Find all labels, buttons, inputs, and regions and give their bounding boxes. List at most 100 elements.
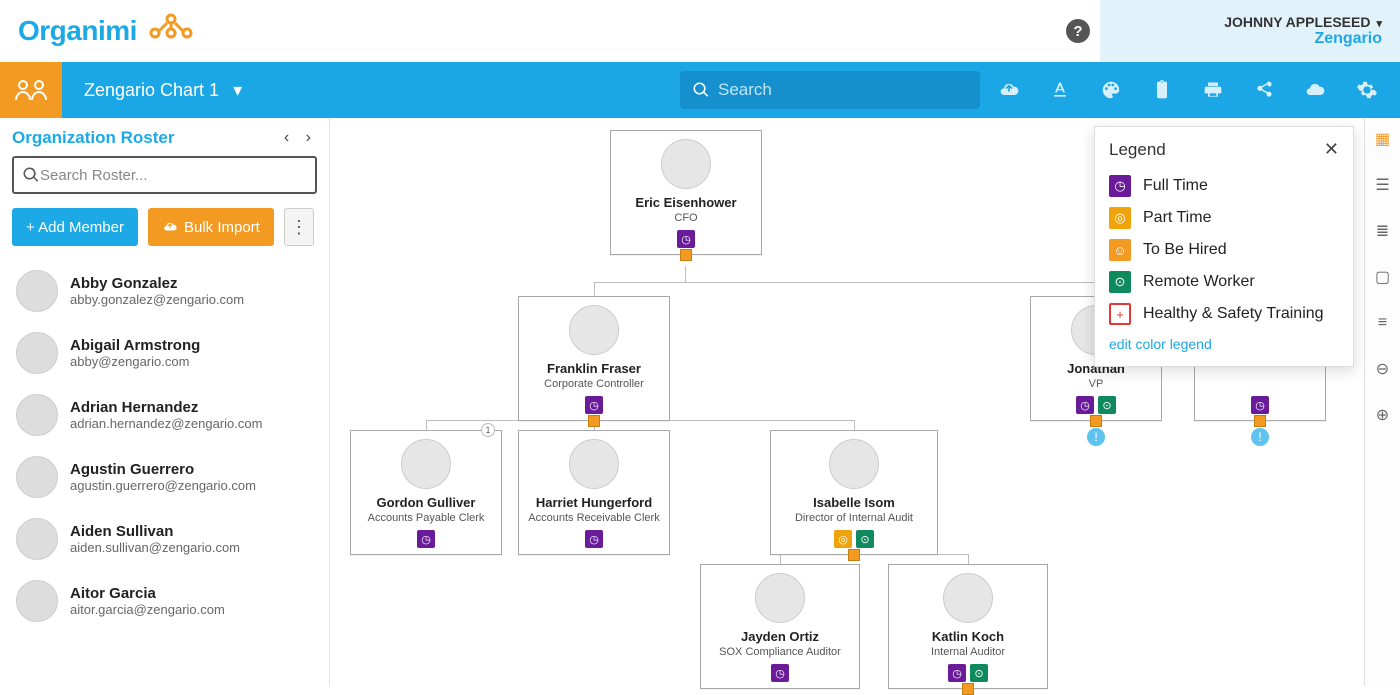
cloud-upload-icon[interactable] xyxy=(998,80,1020,100)
full-time-badge-icon: ◷ xyxy=(417,530,435,548)
add-member-button[interactable]: + Add Member xyxy=(12,208,138,246)
node-role: SOX Compliance Auditor xyxy=(707,646,853,658)
roster-item[interactable]: Aiden Sullivanaiden.sullivan@zengario.co… xyxy=(12,508,317,570)
zoom-out-icon[interactable]: ⊖ xyxy=(1372,358,1394,380)
chart-node[interactable]: 1 Gordon Gulliver Accounts Payable Clerk… xyxy=(350,430,502,555)
roster-item-name: Aitor Garcia xyxy=(70,585,225,602)
chart-node[interactable]: Katlin Koch Internal Auditor ◷⊙ xyxy=(888,564,1048,689)
info-indicator-icon[interactable]: ! xyxy=(1251,428,1269,446)
clipboard-icon[interactable] xyxy=(1152,79,1172,101)
zoom-in-icon[interactable]: ⊕ xyxy=(1372,404,1394,426)
roster-item[interactable]: Aitor Garciaaitor.garcia@zengario.com xyxy=(12,570,317,632)
node-badges: ◷⊙ xyxy=(895,664,1041,682)
node-badges: ◷ xyxy=(525,530,663,548)
avatar xyxy=(16,456,58,498)
roster-next-button[interactable]: › xyxy=(300,127,317,148)
roster-sidebar: Organization Roster ‹ › + Add Member Bul… xyxy=(0,118,330,686)
expand-handle[interactable] xyxy=(962,683,974,695)
global-search-input[interactable] xyxy=(718,80,968,100)
global-search[interactable] xyxy=(680,71,980,109)
roster-item[interactable]: Adrian Hernandezadrian.hernandez@zengari… xyxy=(12,384,317,446)
expand-handle[interactable] xyxy=(588,415,600,427)
avatar xyxy=(16,332,58,374)
remote-badge-icon: ⊙ xyxy=(856,530,874,548)
node-name: Gordon Gulliver xyxy=(357,495,495,510)
expand-handle[interactable] xyxy=(1090,415,1102,427)
connector xyxy=(594,282,1096,283)
roster-item-email: abby@zengario.com xyxy=(70,354,200,369)
cloud-download-icon[interactable] xyxy=(1304,80,1326,100)
list-icon[interactable]: ☰ xyxy=(1372,174,1394,196)
legend-label: Remote Worker xyxy=(1143,273,1255,291)
brand-name: Organimi xyxy=(18,15,137,47)
node-badges: ◷ xyxy=(1201,396,1319,414)
org-view-icon[interactable]: ▦ xyxy=(1372,128,1394,150)
legend-item: ◷Full Time xyxy=(1109,170,1339,202)
share-icon[interactable] xyxy=(1254,80,1274,100)
chart-node[interactable]: Harriet Hungerford Accounts Receivable C… xyxy=(518,430,670,555)
connector xyxy=(780,554,781,564)
legend-item: +Healthy & Safety Training xyxy=(1109,298,1339,330)
palette-icon[interactable] xyxy=(1100,79,1122,101)
roster-search-input[interactable] xyxy=(40,167,307,184)
node-role: Internal Auditor xyxy=(895,646,1041,658)
expand-handle[interactable] xyxy=(680,249,692,261)
node-badges: ◷ xyxy=(617,230,755,248)
close-icon[interactable]: ✕ xyxy=(1324,139,1339,160)
layout-icon[interactable]: ▢ xyxy=(1372,266,1394,288)
roster-item[interactable]: Abigail Armstrongabby@zengario.com xyxy=(12,322,317,384)
chart-selector[interactable]: Zengario Chart 1 ▾ xyxy=(62,80,264,101)
full-time-badge-icon: ◷ xyxy=(1251,396,1269,414)
roster-item-email: agustin.guerrero@zengario.com xyxy=(70,478,256,493)
edit-legend-link[interactable]: edit color legend xyxy=(1109,336,1339,352)
roster-item[interactable]: Agustin Guerreroagustin.guerrero@zengari… xyxy=(12,446,317,508)
node-role: Accounts Receivable Clerk xyxy=(525,512,663,524)
roster-more-button[interactable]: ⋮ xyxy=(284,208,314,246)
text-format-icon[interactable] xyxy=(1050,80,1070,100)
bulk-import-button[interactable]: Bulk Import xyxy=(148,208,274,246)
node-name: Katlin Koch xyxy=(895,629,1041,644)
bulleted-list-icon[interactable]: ≣ xyxy=(1372,220,1394,242)
node-name: Jayden Ortiz xyxy=(707,629,853,644)
user-menu[interactable]: JOHNNY APPLESEED▾ Zengario xyxy=(1100,0,1400,62)
help-icon[interactable]: ? xyxy=(1066,19,1090,43)
roster-search[interactable] xyxy=(12,156,317,194)
legend-label: Healthy & Safety Training xyxy=(1143,305,1324,323)
chart-node[interactable]: Jayden Ortiz SOX Compliance Auditor ◷ xyxy=(700,564,860,689)
expand-handle[interactable] xyxy=(848,549,860,561)
info-indicator-icon[interactable]: ! xyxy=(1087,428,1105,446)
app-header: Organimi ? JOHNNY APPLESEED▾ Zengario xyxy=(0,0,1400,62)
gear-icon[interactable] xyxy=(1356,79,1378,101)
roster-item-email: adrian.hernandez@zengario.com xyxy=(70,416,262,431)
org-switcher-button[interactable] xyxy=(0,62,62,118)
legend-label: Full Time xyxy=(1143,177,1208,195)
connector xyxy=(968,554,969,564)
count-badge: 1 xyxy=(481,423,495,437)
brand-logo[interactable]: Organimi xyxy=(18,13,197,50)
roster-actions: + Add Member Bulk Import ⋮ xyxy=(12,208,317,246)
roster-item-name: Aiden Sullivan xyxy=(70,523,240,540)
hire-swatch-icon: ☺ xyxy=(1109,239,1131,261)
lines-icon[interactable]: ≡ xyxy=(1372,312,1394,334)
chart-canvas[interactable]: Eric Eisenhower CFO ◷ Franklin Fraser Co… xyxy=(330,118,1364,686)
chart-node[interactable]: Franklin Fraser Corporate Controller ◷ xyxy=(518,296,670,421)
roster-item[interactable]: Abby Gonzalezabby.gonzalez@zengario.com xyxy=(12,260,317,322)
chart-node[interactable]: Isabelle Isom Director of Internal Audit… xyxy=(770,430,938,555)
avatar xyxy=(569,439,619,489)
roster-item-name: Abigail Armstrong xyxy=(70,337,200,354)
roster-prev-button[interactable]: ‹ xyxy=(278,127,295,148)
node-badges: ◷ xyxy=(525,396,663,414)
cloud-upload-icon xyxy=(162,220,178,234)
print-icon[interactable] xyxy=(1202,80,1224,100)
roster-item-name: Adrian Hernandez xyxy=(70,399,262,416)
legend-item: ◎Part Time xyxy=(1109,202,1339,234)
avatar xyxy=(569,305,619,355)
node-role: Corporate Controller xyxy=(525,378,663,390)
expand-handle[interactable] xyxy=(1254,415,1266,427)
bulk-import-label: Bulk Import xyxy=(184,219,260,236)
roster-item-email: aitor.garcia@zengario.com xyxy=(70,602,225,617)
chart-node[interactable]: Eric Eisenhower CFO ◷ xyxy=(610,130,762,255)
legend-item: ☺To Be Hired xyxy=(1109,234,1339,266)
legend-panel: Legend ✕ ◷Full Time ◎Part Time ☺To Be Hi… xyxy=(1094,126,1354,367)
right-rail: ▦ ☰ ≣ ▢ ≡ ⊖ ⊕ xyxy=(1364,118,1400,686)
